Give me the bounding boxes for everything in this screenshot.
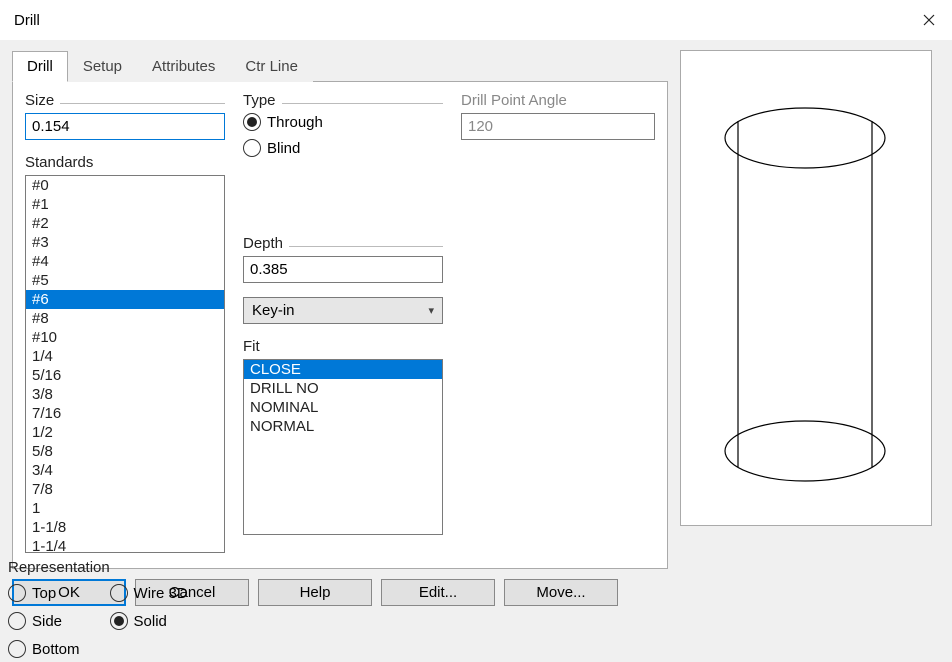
tab-panel: Size Standards #0#1#2#3#4#5#6#8#101/45/1… (12, 81, 668, 569)
type-radio-blind[interactable]: Blind (243, 139, 443, 157)
list-item[interactable]: 7/8 (26, 480, 224, 499)
fit-list[interactable]: CLOSEDRILL NONOMINALNORMAL (243, 359, 443, 535)
window-title: Drill (14, 12, 40, 29)
type-through-label: Through (267, 114, 323, 131)
radio-icon (243, 113, 261, 131)
fit-label: Fit (243, 338, 443, 355)
tab-setup[interactable]: Setup (68, 51, 137, 82)
list-item[interactable]: #3 (26, 233, 224, 252)
drill-point-angle-label: Drill Point Angle (461, 92, 567, 109)
repr-radio-top[interactable]: Top (8, 584, 80, 602)
list-item[interactable]: 5/8 (26, 442, 224, 461)
help-button[interactable]: Help (258, 579, 372, 606)
repr-radio-side[interactable]: Side (8, 612, 80, 630)
list-item[interactable]: #1 (26, 195, 224, 214)
list-item[interactable]: 1 (26, 499, 224, 518)
list-item[interactable]: 3/8 (26, 385, 224, 404)
list-item[interactable]: #10 (26, 328, 224, 347)
tab-attributes[interactable]: Attributes (137, 51, 230, 82)
repr-radio-bottom[interactable]: Bottom (8, 640, 80, 658)
radio-icon (8, 612, 26, 630)
size-input[interactable] (25, 113, 225, 140)
list-item[interactable]: #2 (26, 214, 224, 233)
standards-label: Standards (25, 154, 225, 171)
chevron-down-icon: ▾ (428, 304, 434, 317)
tab-drill[interactable]: Drill (12, 51, 68, 82)
depth-combo-value: Key-in (252, 302, 295, 319)
standards-list[interactable]: #0#1#2#3#4#5#6#8#101/45/163/87/161/25/83… (25, 175, 225, 553)
list-item[interactable]: 1/2 (26, 423, 224, 442)
repr-wire3d-label: Wire 3D (134, 585, 188, 602)
move-button[interactable]: Move... (504, 579, 618, 606)
size-label: Size (25, 92, 54, 109)
repr-side-label: Side (32, 613, 62, 630)
list-item[interactable]: #6 (26, 290, 224, 309)
list-item[interactable]: #8 (26, 309, 224, 328)
type-label: Type (243, 92, 276, 109)
list-item[interactable]: NOMINAL (244, 398, 442, 417)
radio-icon (8, 584, 26, 602)
representation-label: Representation (8, 559, 240, 576)
tab-ctr-line[interactable]: Ctr Line (230, 51, 313, 82)
repr-radio-wire3d[interactable]: Wire 3D (110, 584, 188, 602)
drill-point-angle-input (461, 113, 655, 140)
list-item[interactable]: #4 (26, 252, 224, 271)
list-item[interactable]: DRILL NO (244, 379, 442, 398)
close-button[interactable] (906, 0, 952, 40)
list-item[interactable]: 1-1/4 (26, 537, 224, 553)
radio-icon (110, 584, 128, 602)
depth-label: Depth (243, 235, 283, 252)
preview-drawing (681, 51, 931, 523)
radio-icon (110, 612, 128, 630)
list-item[interactable]: NORMAL (244, 417, 442, 436)
list-item[interactable]: 3/4 (26, 461, 224, 480)
repr-radio-solid[interactable]: Solid (110, 612, 188, 630)
depth-input[interactable] (243, 256, 443, 283)
list-item[interactable]: #5 (26, 271, 224, 290)
tab-bar: Drill Setup Attributes Ctr Line (12, 50, 668, 81)
type-radio-through[interactable]: Through (243, 113, 443, 131)
radio-icon (8, 640, 26, 658)
depth-combo[interactable]: Key-in ▾ (243, 297, 443, 324)
type-blind-label: Blind (267, 140, 300, 157)
list-item[interactable]: 7/16 (26, 404, 224, 423)
list-item[interactable]: 1-1/8 (26, 518, 224, 537)
edit-button[interactable]: Edit... (381, 579, 495, 606)
repr-solid-label: Solid (134, 613, 167, 630)
radio-icon (243, 139, 261, 157)
list-item[interactable]: CLOSE (244, 360, 442, 379)
repr-bottom-label: Bottom (32, 641, 80, 658)
list-item[interactable]: #0 (26, 176, 224, 195)
list-item[interactable]: 1/4 (26, 347, 224, 366)
preview-pane (680, 50, 932, 526)
list-item[interactable]: 5/16 (26, 366, 224, 385)
close-icon (923, 14, 935, 26)
repr-top-label: Top (32, 585, 56, 602)
